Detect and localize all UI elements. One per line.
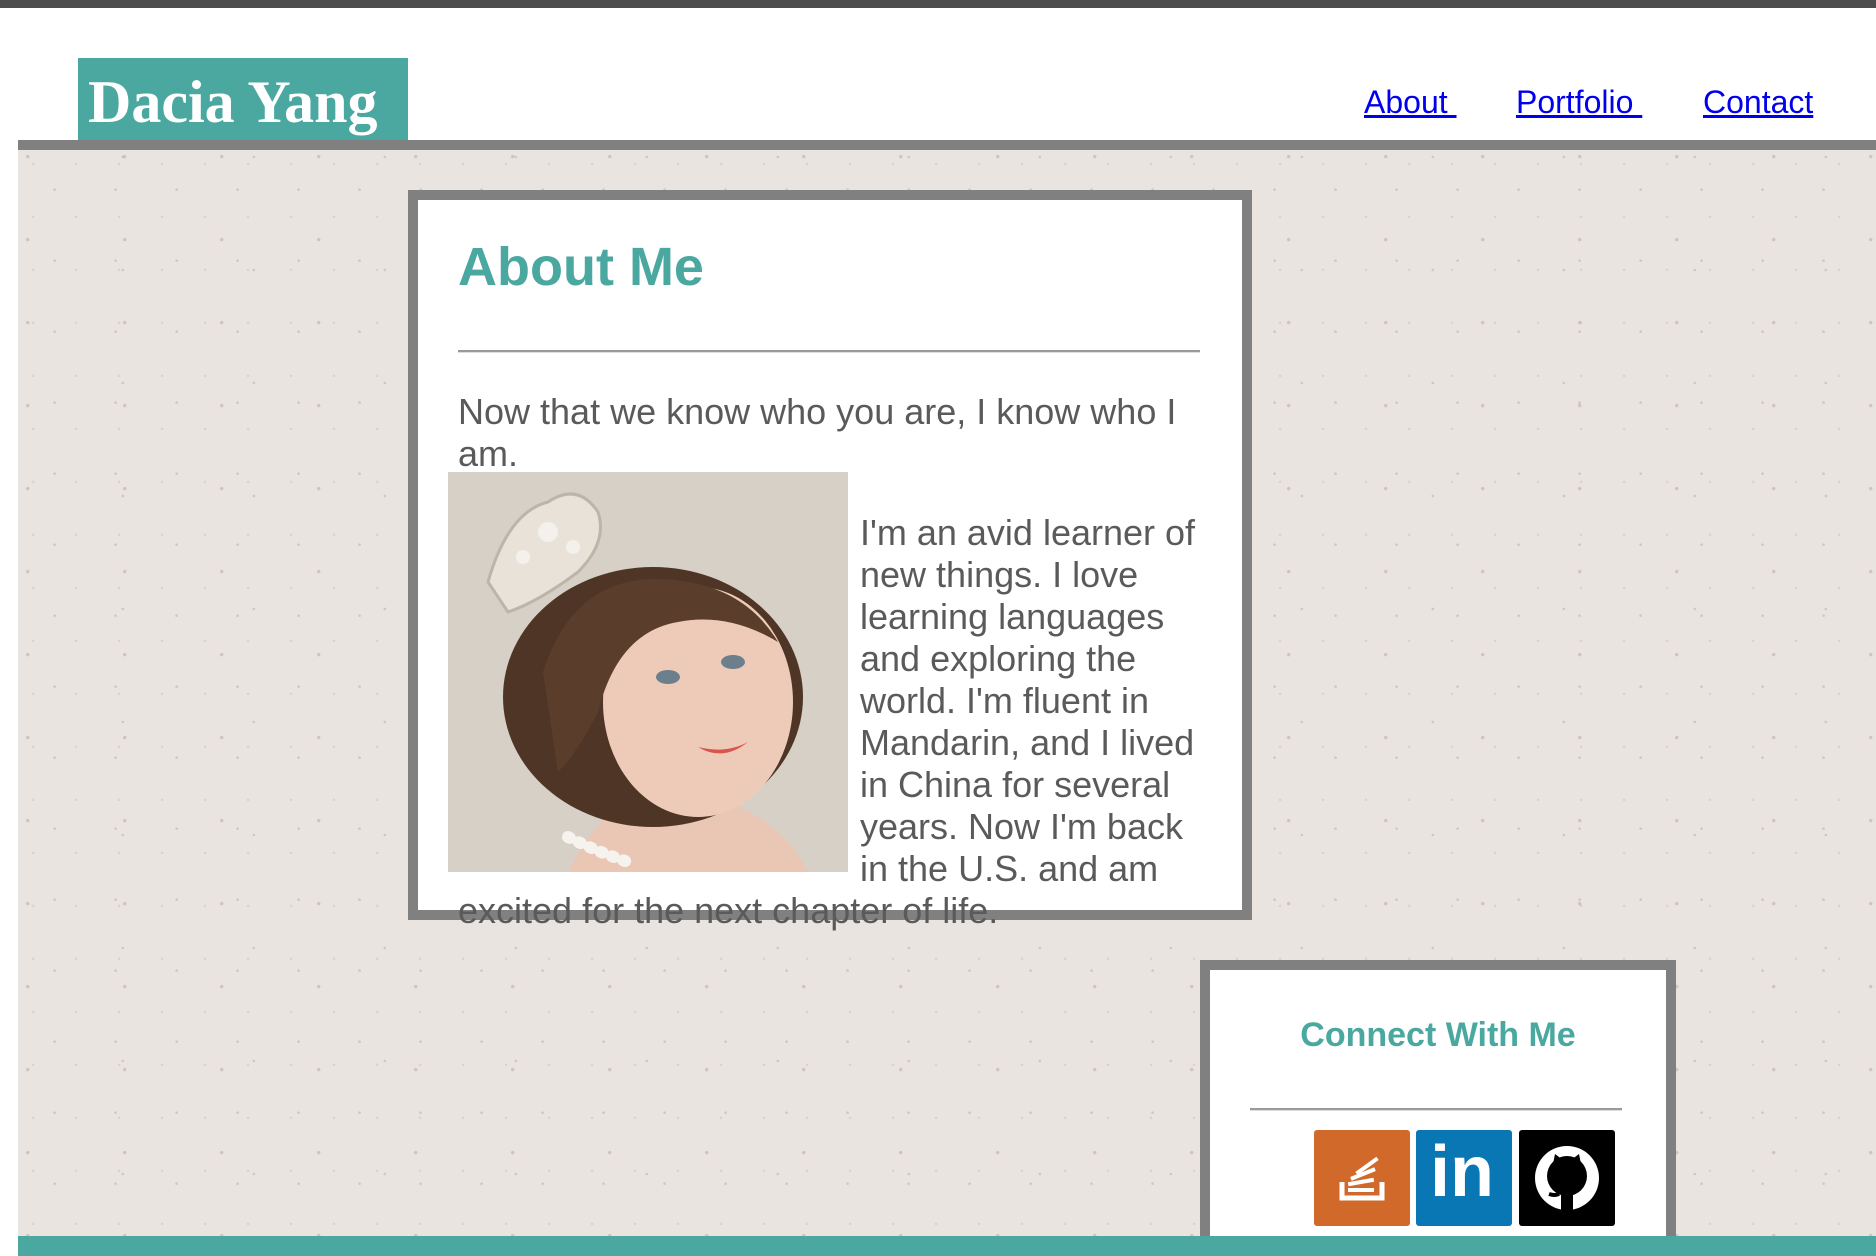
connect-divider	[1250, 1108, 1622, 1111]
stackoverflow-icon	[1339, 1156, 1385, 1201]
footer-bar	[18, 1236, 1876, 1256]
about-divider	[458, 350, 1200, 353]
nav-about-link[interactable]: About	[1364, 84, 1457, 121]
connect-title: Connect With Me	[1300, 1016, 1576, 1054]
linkedin-link[interactable]: in	[1416, 1130, 1512, 1226]
nav-portfolio-link[interactable]: Portfolio	[1516, 84, 1642, 121]
portrait-photo-icon	[448, 472, 848, 872]
about-intro-text: Now that we know who you are, I know who…	[458, 391, 1177, 474]
about-title: About Me	[458, 237, 704, 297]
brand-logo[interactable]: Dacia Yang	[78, 58, 408, 140]
top-bar	[0, 0, 1876, 8]
header-divider	[18, 140, 1876, 150]
brand-name: Dacia Yang	[88, 69, 378, 135]
stackoverflow-link[interactable]	[1314, 1130, 1410, 1226]
profile-photo	[448, 472, 848, 872]
github-link[interactable]	[1519, 1130, 1615, 1226]
github-icon	[1535, 1146, 1599, 1210]
linkedin-icon: in	[1430, 1132, 1494, 1212]
nav-contact-link[interactable]: Contact	[1703, 84, 1813, 121]
about-bio-block: I'm an avid learner of new things. I lov…	[448, 472, 1200, 932]
